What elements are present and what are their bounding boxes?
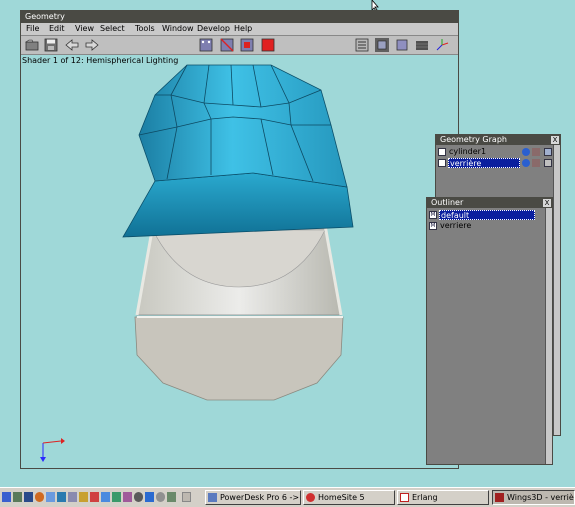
task-label: PowerDesk Pro 6 -> ... bbox=[220, 493, 301, 502]
undo-icon[interactable] bbox=[65, 38, 79, 52]
geometry-graph-title[interactable]: Geometry Graph bbox=[436, 135, 560, 145]
quicklaunch-icon[interactable] bbox=[101, 492, 110, 502]
vertex-select-icon[interactable] bbox=[199, 38, 213, 52]
task-button-powerdesk[interactable]: PowerDesk Pro 6 -> ... bbox=[205, 490, 301, 505]
body-select-icon[interactable] bbox=[261, 38, 275, 52]
geometry-window: Geometry File Edit View Select Tools Win… bbox=[20, 10, 459, 469]
menu-help[interactable]: Help bbox=[234, 23, 252, 35]
material-icon: M bbox=[429, 211, 437, 219]
outliner-panel: Outliner X M default M verriere bbox=[426, 197, 553, 465]
outliner-view-icon[interactable] bbox=[355, 38, 369, 52]
flat-shaded-icon[interactable] bbox=[395, 38, 409, 52]
geometry-graph-scrollbar[interactable] bbox=[553, 145, 560, 435]
graph-row-cylinder1[interactable]: cylinder1 bbox=[438, 147, 558, 157]
outliner-row-verriere[interactable]: M verriere bbox=[429, 221, 541, 231]
quicklaunch-icon[interactable] bbox=[112, 492, 121, 502]
menu-bar: File Edit View Select Tools Window Devel… bbox=[21, 23, 458, 36]
menu-window[interactable]: Window bbox=[162, 23, 194, 35]
quicklaunch-icon[interactable] bbox=[90, 492, 99, 502]
menu-file[interactable]: File bbox=[26, 23, 39, 35]
window-title[interactable]: Geometry bbox=[21, 11, 458, 23]
toolbar bbox=[21, 36, 458, 55]
outliner-scrollbar[interactable] bbox=[545, 208, 552, 464]
wire-icon[interactable] bbox=[544, 159, 552, 167]
outliner-close-button[interactable]: X bbox=[543, 199, 551, 207]
task-label: Wings3D - verrière.wi... bbox=[507, 493, 575, 502]
quicklaunch-icon[interactable] bbox=[46, 492, 55, 502]
quicklaunch-icon[interactable] bbox=[134, 492, 143, 502]
eye-icon[interactable] bbox=[522, 148, 530, 156]
quicklaunch-icon[interactable] bbox=[156, 492, 165, 502]
scene-model bbox=[40, 64, 354, 462]
task-label: HomeSite 5 bbox=[318, 493, 365, 502]
quicklaunch-icon[interactable] bbox=[123, 492, 132, 502]
ground-plane-icon[interactable] bbox=[415, 38, 429, 52]
graph-row-label: verrière bbox=[448, 158, 520, 168]
quicklaunch-icon[interactable] bbox=[167, 492, 176, 502]
menu-view[interactable]: View bbox=[75, 23, 94, 35]
powerdesk-icon bbox=[208, 493, 217, 502]
viewport[interactable]: Shader 1 of 12: Hemispherical Lighting bbox=[21, 55, 458, 468]
taskbar: PowerDesk Pro 6 -> ... HomeSite 5 Erlang… bbox=[0, 487, 575, 507]
graph-row-label: cylinder1 bbox=[449, 147, 487, 156]
geometry-graph-close-button[interactable]: X bbox=[551, 136, 559, 144]
outliner-row-label: default bbox=[439, 210, 535, 220]
task-button-wings3d[interactable]: Wings3D - verrière.wi... bbox=[492, 490, 575, 505]
edge-select-icon[interactable] bbox=[220, 38, 234, 52]
outliner-title[interactable]: Outliner bbox=[427, 198, 552, 208]
lock-icon[interactable] bbox=[532, 148, 540, 156]
outliner-row-label: verriere bbox=[440, 221, 472, 230]
quicklaunch-icon[interactable] bbox=[79, 492, 88, 502]
menu-select[interactable]: Select bbox=[100, 23, 125, 35]
lock-icon[interactable] bbox=[532, 159, 540, 167]
axes-icon[interactable] bbox=[435, 38, 449, 52]
open-icon[interactable] bbox=[25, 38, 39, 52]
wings3d-icon bbox=[495, 493, 504, 502]
outliner-row-default[interactable]: M default bbox=[429, 210, 541, 220]
erlang-icon bbox=[400, 493, 409, 502]
quicklaunch-icon[interactable] bbox=[2, 492, 11, 502]
material-icon: M bbox=[429, 222, 437, 230]
task-button-homesite[interactable]: HomeSite 5 bbox=[303, 490, 395, 505]
quicklaunch-icon[interactable] bbox=[57, 492, 66, 502]
eye-icon[interactable] bbox=[522, 159, 530, 167]
face-select-icon[interactable] bbox=[240, 38, 254, 52]
task-label: Erlang bbox=[412, 493, 438, 502]
smooth-shaded-icon[interactable] bbox=[375, 38, 389, 52]
homesite-icon bbox=[306, 493, 315, 502]
quicklaunch-icon[interactable] bbox=[145, 492, 154, 502]
task-button-erlang[interactable]: Erlang bbox=[397, 490, 489, 505]
redo-icon[interactable] bbox=[85, 38, 99, 52]
menu-tools[interactable]: Tools bbox=[135, 23, 155, 35]
graph-row-verriere[interactable]: verrière bbox=[438, 158, 558, 168]
save-icon[interactable] bbox=[44, 38, 58, 52]
quicklaunch-icon[interactable] bbox=[68, 492, 77, 502]
object-icon bbox=[438, 159, 446, 167]
quicklaunch-icon[interactable] bbox=[24, 492, 33, 502]
object-icon bbox=[438, 148, 446, 156]
show-more-icon[interactable] bbox=[182, 492, 191, 502]
quicklaunch-icon[interactable] bbox=[35, 492, 44, 502]
menu-edit[interactable]: Edit bbox=[49, 23, 65, 35]
quicklaunch-icon[interactable] bbox=[13, 492, 22, 502]
wire-icon[interactable] bbox=[544, 148, 552, 156]
menu-develop[interactable]: Develop bbox=[197, 23, 230, 35]
